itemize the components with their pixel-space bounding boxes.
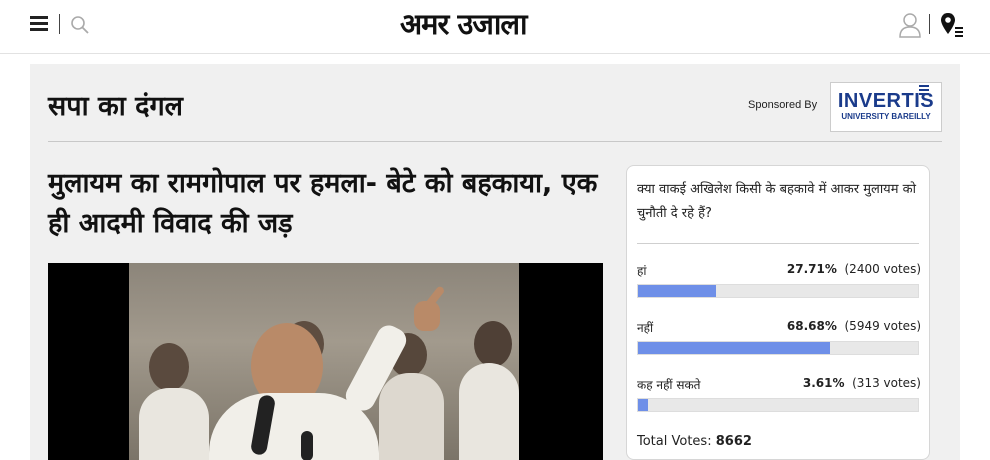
poll-option-stats: 68.68% (5949 votes): [787, 319, 921, 333]
user-icon[interactable]: [898, 12, 922, 38]
photo-bg-person: [149, 343, 189, 391]
poll-option-stats: 3.61% (313 votes): [803, 376, 921, 390]
site-logo[interactable]: अमर उजाला: [400, 4, 528, 43]
top-header: अमर उजाला: [0, 0, 990, 54]
poll-option-percent: 68.68%: [786, 319, 837, 333]
poll-divider: [637, 243, 919, 244]
section-divider: [48, 141, 942, 142]
sponsor-logo-subtitle: UNIVERSITY BAREILLY: [841, 112, 931, 121]
poll-widget: क्या वाकई अखिलेश किसी के बहकावे में आकर …: [626, 165, 930, 460]
sponsor-label: Sponsored By: [748, 99, 818, 111]
poll-option-votes: (313 votes): [852, 376, 921, 390]
photo-microphone: [301, 431, 313, 460]
poll-bar-fill: [638, 399, 649, 411]
photo-scene: [129, 263, 519, 460]
poll-option-votes: (5949 votes): [844, 319, 922, 333]
poll-bar-track: [637, 341, 919, 355]
content-panel: सपा का दंगल Sponsored By INVERTIS UNIVER…: [30, 64, 960, 460]
poll-option-label: नहीं: [637, 321, 654, 335]
poll-bar-track: [637, 398, 919, 412]
section-title[interactable]: सपा का दंगल: [48, 86, 183, 123]
poll-option-stats: 27.71% (2400 votes): [787, 262, 921, 276]
sponsor-mark-icon: [919, 85, 929, 95]
search-icon[interactable]: [70, 15, 90, 35]
poll-option-label: हां: [637, 264, 647, 278]
header-divider-right: [929, 14, 930, 34]
poll-total: Total Votes: 8662: [637, 434, 752, 449]
poll-bar-track: [637, 284, 919, 298]
poll-option-votes: (2400 votes): [844, 262, 922, 276]
photo-bg-person: [474, 321, 512, 367]
photo-bg-person-body: [459, 363, 519, 460]
location-icon[interactable]: [940, 12, 964, 38]
poll-option-label: कह नहीं सकते: [637, 378, 701, 392]
article-headline[interactable]: मुलायम का रामगोपाल पर हमला- बेटे को बहका…: [48, 164, 608, 244]
sponsor-logo[interactable]: INVERTIS UNIVERSITY BAREILLY: [830, 82, 942, 132]
poll-total-value: 8662: [715, 434, 752, 449]
article-photo[interactable]: [48, 263, 603, 460]
poll-bar-fill: [638, 285, 716, 297]
poll-total-label: Total Votes:: [637, 434, 712, 449]
poll-option-percent: 27.71%: [786, 262, 837, 276]
photo-bg-person-body: [379, 373, 444, 460]
header-divider: [59, 14, 60, 34]
menu-icon[interactable]: [30, 16, 48, 32]
poll-bar-fill: [638, 342, 831, 354]
photo-bg-person-body: [139, 388, 209, 460]
poll-option-percent: 3.61%: [802, 376, 845, 390]
poll-question: क्या वाकई अखिलेश किसी के बहकावे में आकर …: [637, 182, 916, 221]
